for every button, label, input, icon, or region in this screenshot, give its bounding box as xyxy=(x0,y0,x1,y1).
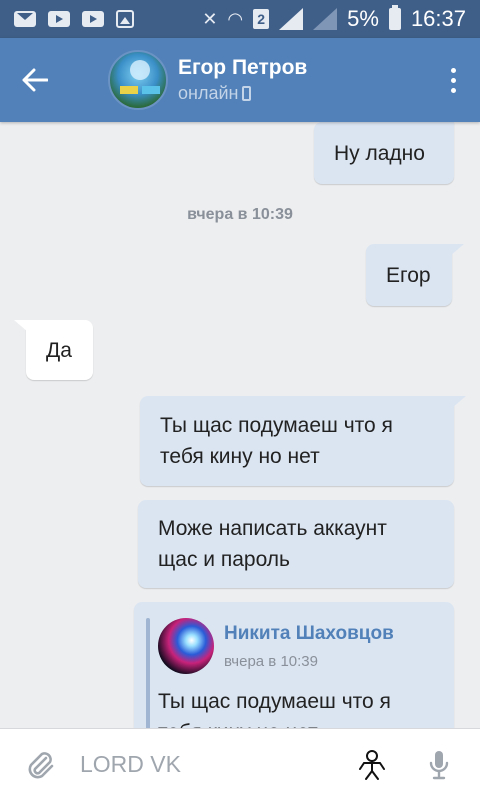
forward-indicator-bar xyxy=(146,618,150,728)
dot xyxy=(450,77,456,83)
contact-avatar[interactable] xyxy=(108,50,168,110)
forward-text-line: тебя кину но нет xyxy=(158,717,458,728)
mail-icon xyxy=(14,11,36,27)
online-status-text: онлайн xyxy=(178,83,239,103)
contact-name: Егор Петров xyxy=(178,56,308,79)
message-text-line: Ты щас подумаеш что я xyxy=(160,414,393,437)
paperclip-icon xyxy=(28,751,54,778)
forward-text: Ты щас подумаеш что я тебя кину но нет xyxy=(158,686,458,728)
youtube-icon xyxy=(82,11,104,27)
message-text-line: щас и пароль xyxy=(158,548,290,571)
chat-header: Егор Петров онлайн xyxy=(0,38,480,122)
outgoing-message[interactable]: Ты щас подумаеш что я тебя кину но нет xyxy=(140,396,466,486)
outgoing-message[interactable]: Егор xyxy=(366,244,464,306)
forward-text-line: Ты щас подумаеш что я xyxy=(158,690,391,713)
gallery-icon xyxy=(116,10,134,28)
dot xyxy=(450,87,456,93)
signal-icon xyxy=(279,8,304,30)
dot xyxy=(450,67,456,73)
youtube-icon xyxy=(48,11,70,27)
signal-icon xyxy=(313,8,338,30)
sticker-button[interactable] xyxy=(342,729,402,800)
clock: 16:37 xyxy=(410,6,466,31)
compose-bar xyxy=(0,728,480,800)
message-text: Да xyxy=(46,338,72,362)
voice-record-button[interactable] xyxy=(402,729,476,800)
forward-timestamp: вчера в 10:39 xyxy=(224,653,318,670)
date-separator: вчера в 10:39 xyxy=(187,206,293,223)
message-text: Ну ладно xyxy=(334,141,425,165)
forwarded-message[interactable]: Никита Шаховцов вчера в 10:39 Ты щас под… xyxy=(134,602,454,728)
arrow-back-icon xyxy=(22,68,48,92)
notification-icons xyxy=(14,10,134,28)
outgoing-message[interactable]: Ну ладно xyxy=(314,122,454,184)
contact-info[interactable]: Егор Петров онлайн xyxy=(178,55,307,105)
message-text-line: Може написать аккаунт xyxy=(158,517,387,540)
battery-percent: 5% xyxy=(347,6,379,31)
system-icons: ✕ ◠ 2 5% 16:37 xyxy=(202,5,466,32)
message-list[interactable]: Ну ладно вчера в 10:39 Егор Да Ты щас по… xyxy=(0,122,480,728)
wifi-icon: ◠ xyxy=(227,8,244,29)
mute-icon: ✕ xyxy=(202,8,218,29)
message-text-line: тебя кину но нет xyxy=(160,445,320,468)
mobile-phone-icon xyxy=(242,85,252,101)
sticker-icon xyxy=(359,749,385,780)
incoming-message[interactable]: Да xyxy=(14,320,93,380)
sim-indicator: 2 xyxy=(253,9,270,29)
forward-author-name[interactable]: Никита Шаховцов xyxy=(224,622,394,646)
message-input[interactable] xyxy=(80,744,340,785)
battery-icon xyxy=(388,5,401,30)
outgoing-message[interactable]: Може написать аккаунт щас и пароль xyxy=(138,500,454,588)
forward-author-avatar[interactable] xyxy=(158,618,214,674)
contact-status: онлайн xyxy=(178,81,307,105)
more-options-button[interactable] xyxy=(426,38,480,122)
attach-button[interactable] xyxy=(0,729,80,800)
message-text: Егор xyxy=(386,263,431,287)
status-bar: ✕ ◠ 2 5% 16:37 xyxy=(0,0,480,38)
microphone-icon xyxy=(429,750,449,779)
back-button[interactable] xyxy=(0,38,70,122)
